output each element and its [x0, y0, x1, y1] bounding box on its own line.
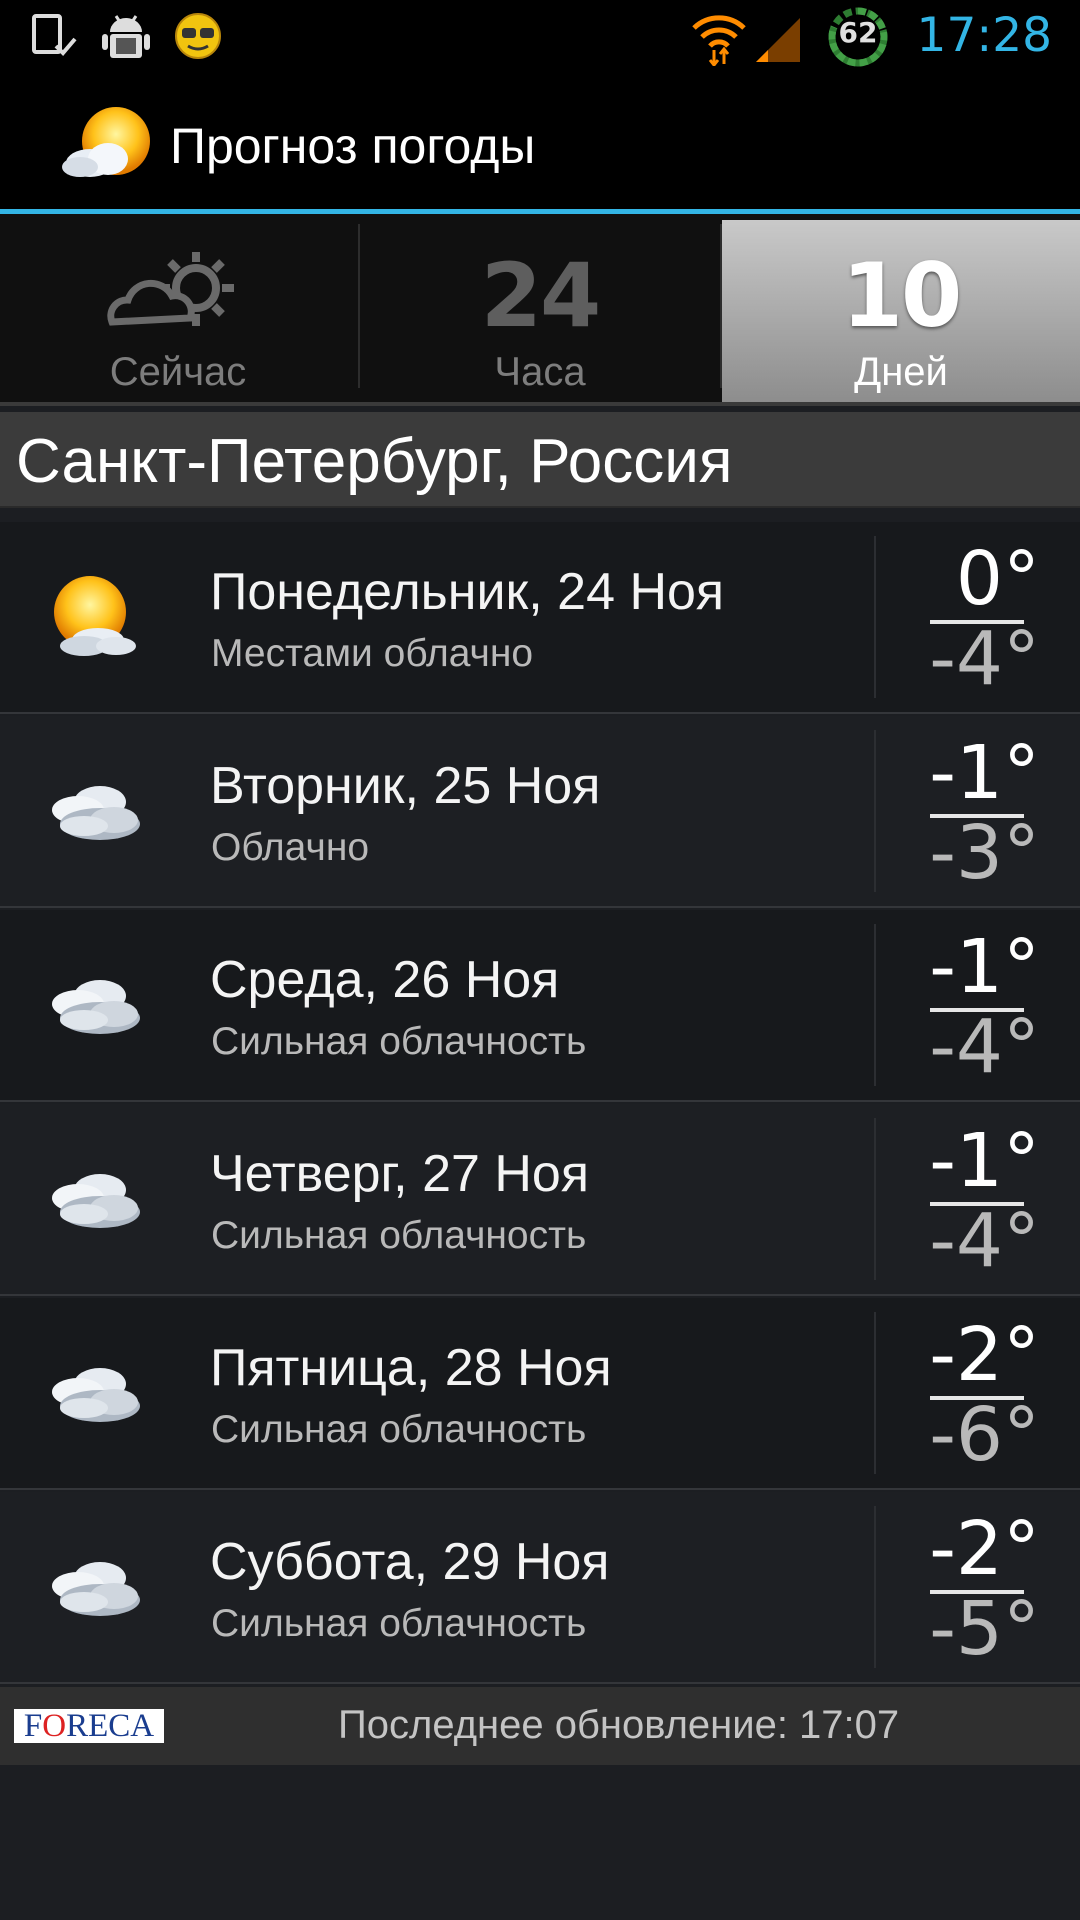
- forecast-day: Суббота, 29 Ноя: [210, 1533, 610, 1591]
- app-title: Прогноз погоды: [170, 118, 536, 174]
- forecast-condition: Облачно: [211, 826, 370, 869]
- overcast-icon: [44, 1544, 144, 1629]
- tab-10-label: Дней: [854, 350, 948, 394]
- temp-low: -4°: [929, 1198, 1040, 1284]
- forecast-row[interactable]: Вторник, 25 Ноя Облачно -1° -3°: [0, 716, 1080, 908]
- temp-high: -1°: [929, 924, 1040, 1010]
- sun-cloud-icon[interactable]: [60, 103, 156, 193]
- location-name: Санкт-Петербург, Россия: [16, 427, 733, 496]
- last-updated: Последнее обновление: 17:07: [338, 1703, 900, 1747]
- forecast-day: Среда, 26 Ноя: [210, 951, 560, 1009]
- tab-24-hours[interactable]: 24 Часа: [362, 220, 718, 402]
- tab-now[interactable]: Сейчас: [0, 220, 356, 402]
- row-divider: [874, 1312, 876, 1474]
- wifi-icon: [692, 15, 746, 66]
- tab-now-label: Сейчас: [109, 350, 247, 394]
- forecast-day: Пятница, 28 Ноя: [210, 1339, 612, 1397]
- forecast-row[interactable]: Суббота, 29 Ноя Сильная облачность -2° -5°: [0, 1492, 1080, 1684]
- forecast-tabs: Сейчас 24 Часа 10 Дней: [0, 214, 1080, 406]
- tab-24-number: 24: [480, 244, 601, 347]
- tab-divider: [358, 224, 360, 388]
- forecast-condition: Местами облачно: [211, 632, 534, 675]
- tab-10-days[interactable]: 10 Дней: [722, 220, 1080, 402]
- temp-low: -4°: [929, 616, 1040, 702]
- row-divider: [874, 924, 876, 1086]
- temp-low: -3°: [929, 810, 1040, 896]
- signal-icon: [756, 18, 800, 62]
- location-header: Санкт-Петербург, Россия: [0, 412, 1080, 508]
- temp-high: 0°: [955, 536, 1040, 622]
- overcast-icon: [44, 1350, 144, 1435]
- status-bar: 62 17:28: [0, 0, 1080, 77]
- smiley-icon: [175, 13, 221, 59]
- forecast-day: Вторник, 25 Ноя: [210, 757, 601, 815]
- forecast-row[interactable]: Понедельник, 24 Ноя Местами облачно 0° -4°: [0, 522, 1080, 714]
- temp-high: -1°: [929, 1118, 1040, 1204]
- action-bar: Прогноз погоды: [0, 77, 1080, 214]
- android-debug-icon: [102, 15, 150, 58]
- forecast-row[interactable]: Среда, 26 Ноя Сильная облачность -1° -4°: [0, 910, 1080, 1102]
- temp-low: -5°: [929, 1586, 1040, 1672]
- cloud-sun-icon: [107, 252, 234, 326]
- clock: 17:28: [916, 8, 1052, 63]
- row-divider: [874, 1118, 876, 1280]
- forecast-condition: Сильная облачность: [211, 1408, 587, 1451]
- forecast-day: Четверг, 27 Ноя: [210, 1145, 589, 1203]
- temp-high: -2°: [929, 1506, 1040, 1592]
- forecast-row[interactable]: Пятница, 28 Ноя Сильная облачность -2° -6°: [0, 1298, 1080, 1490]
- footer: FORECA Последнее обновление: 17:07: [0, 1687, 1080, 1765]
- row-divider: [874, 730, 876, 892]
- forecast-condition: Сильная облачность: [211, 1602, 587, 1645]
- forecast-row[interactable]: Четверг, 27 Ноя Сильная облачность -1° -4°: [0, 1104, 1080, 1296]
- temp-low: -4°: [929, 1004, 1040, 1090]
- temp-low: -6°: [929, 1392, 1040, 1478]
- battery-level: 62: [838, 16, 878, 49]
- tab-10-number: 10: [841, 244, 962, 347]
- foreca-logo[interactable]: FORECA: [14, 1709, 164, 1743]
- row-divider: [874, 536, 876, 698]
- forecast-condition: Сильная облачность: [211, 1214, 587, 1257]
- cloudy-icon: [44, 768, 144, 853]
- partly-cloudy-icon: [44, 574, 144, 669]
- overcast-icon: [44, 962, 144, 1047]
- temp-high: -2°: [929, 1312, 1040, 1398]
- temp-high: -1°: [929, 730, 1040, 816]
- tab-24-label: Часа: [494, 350, 586, 394]
- row-divider: [874, 1506, 876, 1668]
- device-check-icon: [32, 14, 77, 56]
- overcast-icon: [44, 1156, 144, 1241]
- forecast-condition: Сильная облачность: [211, 1020, 587, 1063]
- forecast-day: Понедельник, 24 Ноя: [210, 563, 725, 621]
